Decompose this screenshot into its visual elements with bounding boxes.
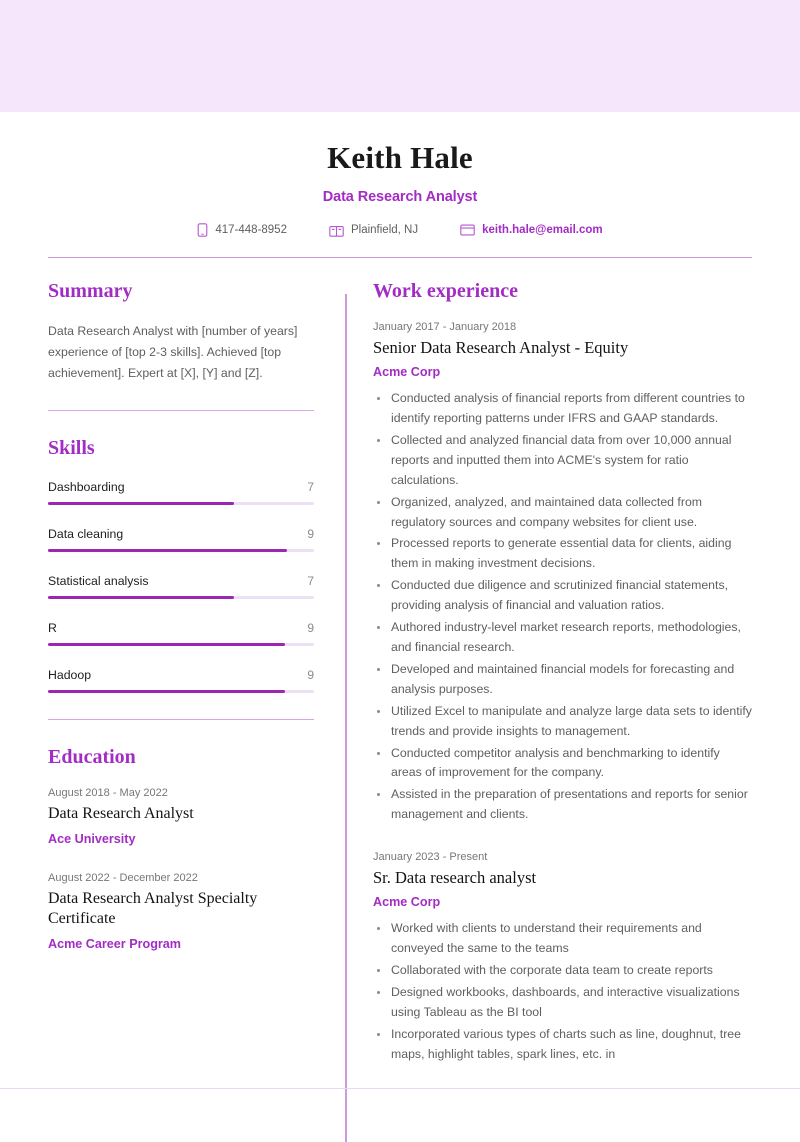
contact-email-text[interactable]: keith.hale@email.com — [482, 224, 603, 236]
education-title: Data Research Analyst — [48, 805, 194, 823]
skill-name: Data cleaning — [48, 527, 124, 542]
skill-value: 9 — [307, 527, 314, 542]
education-date: August 2018 - May 2022 — [48, 787, 168, 800]
skills-heading: Skills — [48, 437, 95, 460]
work-org: Acme Corp — [373, 895, 441, 910]
education-section: Education August 2018 - May 2022 Data Re… — [48, 746, 314, 950]
skill-fill — [48, 549, 288, 553]
contact-phone-text: 417-448-8952 — [215, 224, 287, 236]
skills-section: Skills Dashboarding 7 Data cleaning 9 St… — [48, 437, 314, 721]
summary-divider — [48, 410, 314, 412]
column-gap — [328, 280, 365, 1142]
resume-columns: Summary Data Research Analyst with [numb… — [48, 280, 752, 1142]
header-job-title: Data Research Analyst — [322, 189, 478, 205]
work-bullet: Worked with clients to understand their … — [373, 919, 752, 959]
column-divider — [345, 294, 347, 1142]
work-bullets: Conducted analysis of financial reports … — [373, 389, 752, 825]
skills-list: Dashboarding 7 Data cleaning 9 Statistic… — [48, 480, 314, 694]
summary-text: Data Research Analyst with [number of ye… — [48, 324, 298, 381]
left-column: Summary Data Research Analyst with [numb… — [48, 280, 328, 1091]
contact-phone[interactable]: 417-448-8952 — [197, 223, 287, 237]
work-bullet: Collected and analyzed financial data fr… — [373, 431, 752, 491]
work-bullet: Designed workbooks, dashboards, and inte… — [373, 983, 752, 1023]
skill-value: 9 — [307, 668, 314, 683]
skill-fill — [48, 690, 285, 694]
skill-name: Hadoop — [48, 668, 92, 683]
skill-value: 7 — [307, 574, 314, 589]
skill-item: R 9 — [48, 621, 314, 647]
work-bullet: Processed reports to generate essential … — [373, 534, 752, 574]
page-title: Keith Hale — [327, 140, 473, 175]
skill-track — [48, 549, 314, 553]
work-title: Senior Data Research Analyst - Equity — [373, 338, 629, 357]
summary-section: Summary Data Research Analyst with [numb… — [48, 280, 314, 412]
skills-divider — [48, 719, 314, 721]
contact-row: 417-448-8952 Plainfield, NJ keith.hale@e… — [48, 223, 752, 237]
skill-track — [48, 502, 314, 506]
summary-heading: Summary — [48, 280, 133, 302]
email-icon — [460, 224, 475, 236]
work-bullet: Conducted competitor analysis and benchm… — [373, 744, 752, 784]
page-bottom-divider — [0, 1087, 800, 1089]
skill-track — [48, 596, 314, 600]
work-experience-heading: Work experience — [373, 280, 518, 302]
resume-header: Keith Hale Data Research Analyst 417-448… — [48, 112, 752, 258]
contact-location[interactable]: Plainfield, NJ — [329, 224, 418, 237]
skill-track — [48, 690, 314, 694]
work-item: January 2017 - January 2018 Senior Data … — [373, 321, 752, 825]
education-heading: Education — [48, 746, 136, 769]
skill-value: 9 — [307, 621, 314, 636]
education-item: August 2018 - May 2022 Data Research Ana… — [48, 787, 314, 845]
work-org: Acme Corp — [373, 365, 441, 380]
work-bullet: Conducted analysis of financial reports … — [373, 389, 752, 429]
skill-value: 7 — [307, 480, 314, 495]
work-bullet: Assisted in the preparation of presentat… — [373, 785, 752, 825]
work-date: January 2023 - Present — [373, 851, 488, 864]
header-divider — [48, 257, 752, 258]
contact-location-text: Plainfield, NJ — [350, 224, 419, 236]
education-org: Ace University — [48, 831, 136, 846]
skill-name: Statistical analysis — [48, 574, 149, 589]
work-bullet: Conducted due diligence and scrutinized … — [373, 576, 752, 616]
phone-icon — [197, 223, 208, 237]
skill-item: Dashboarding 7 — [48, 480, 314, 506]
skill-item: Hadoop 9 — [48, 668, 314, 694]
work-bullet: Collaborated with the corporate data tea… — [373, 961, 752, 981]
right-column: Work experience January 2017 - January 2… — [365, 280, 752, 1091]
education-list: August 2018 - May 2022 Data Research Ana… — [48, 787, 314, 950]
resume-page: Keith Hale Data Research Analyst 417-448… — [0, 112, 800, 1142]
top-banner — [0, 0, 800, 112]
education-title: Data Research Analyst Specialty Certific… — [48, 889, 258, 928]
skill-track — [48, 643, 314, 647]
skill-fill — [48, 596, 235, 600]
work-bullet: Developed and maintained financial model… — [373, 660, 752, 700]
skill-item: Data cleaning 9 — [48, 527, 314, 553]
skill-item: Statistical analysis 7 — [48, 574, 314, 600]
education-date: August 2022 - December 2022 — [48, 871, 198, 884]
work-bullet: Incorporated various types of charts suc… — [373, 1025, 752, 1065]
education-org: Acme Career Program — [48, 936, 181, 951]
work-bullet: Utilized Excel to manipulate and analyze… — [373, 702, 752, 742]
work-item: January 2023 - Present Sr. Data research… — [373, 851, 752, 1064]
skill-name: Dashboarding — [48, 480, 125, 495]
skill-name: R — [48, 621, 57, 636]
work-bullet: Authored industry-level market research … — [373, 618, 752, 658]
contact-email[interactable]: keith.hale@email.com — [460, 224, 603, 236]
location-icon — [329, 224, 344, 237]
skill-fill — [48, 643, 285, 647]
education-item: August 2022 - December 2022 Data Researc… — [48, 872, 314, 951]
work-bullet: Organized, analyzed, and maintained data… — [373, 493, 752, 533]
work-list: January 2017 - January 2018 Senior Data … — [373, 321, 752, 1065]
work-bullets: Worked with clients to understand their … — [373, 919, 752, 1064]
skill-fill — [48, 502, 235, 506]
work-experience-section: Work experience January 2017 - January 2… — [373, 280, 752, 1065]
work-title: Sr. Data research analyst — [373, 868, 537, 888]
work-date: January 2017 - January 2018 — [373, 321, 517, 333]
